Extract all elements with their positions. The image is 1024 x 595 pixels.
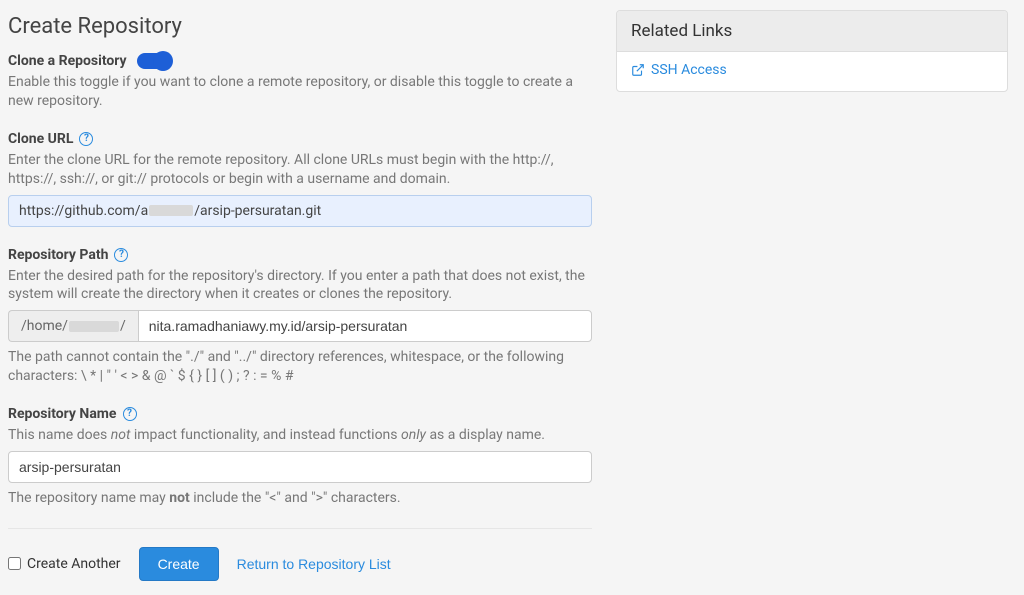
repo-name-label: Repository Name — [8, 406, 117, 422]
clone-url-value-suffix: /arsip-persuratan.git — [194, 203, 321, 219]
clone-toggle-label: Clone a Repository — [8, 53, 127, 69]
repo-name-post-desc: The repository name may not include the … — [8, 489, 592, 508]
related-links-title: Related Links — [617, 11, 1007, 52]
repo-name-input[interactable] — [8, 451, 592, 483]
create-another-label: Create Another — [27, 556, 121, 572]
clone-url-label-row: Clone URL ? — [8, 131, 592, 147]
clone-toggle-block: Clone a Repository Enable this toggle if… — [8, 53, 592, 111]
create-another-checkbox[interactable]: Create Another — [8, 556, 121, 572]
create-another-input[interactable] — [8, 557, 21, 570]
clone-url-block: Clone URL ? Enter the clone URL for the … — [8, 131, 592, 227]
repo-path-prefix-pre: /home/ — [21, 318, 68, 334]
repo-path-block: Repository Path ? Enter the desired path… — [8, 247, 592, 387]
page-title: Create Repository — [8, 14, 592, 39]
repo-path-input[interactable] — [138, 310, 592, 342]
redacted-text — [69, 321, 119, 332]
repo-path-label-row: Repository Path ? — [8, 247, 592, 263]
external-link-icon — [631, 63, 645, 77]
clone-url-desc: Enter the clone URL for the remote repos… — [8, 151, 592, 189]
help-icon[interactable]: ? — [123, 407, 137, 421]
repo-path-prefix: /home/ / — [8, 310, 138, 342]
repo-path-input-group: /home/ / — [8, 310, 592, 342]
toggle-knob — [153, 51, 173, 71]
related-links-body: SSH Access — [617, 52, 1007, 91]
clone-url-value-prefix: https://github.com/a — [19, 203, 148, 219]
footer-row: Create Another Create Return to Reposito… — [8, 528, 592, 581]
return-link[interactable]: Return to Repository List — [237, 556, 391, 572]
help-icon[interactable]: ? — [114, 248, 128, 262]
main-form: Create Repository Clone a Repository Ena… — [0, 0, 600, 595]
help-icon[interactable]: ? — [79, 132, 93, 146]
repo-name-desc: This name does not impact functionality,… — [8, 426, 592, 445]
repo-name-label-row: Repository Name ? — [8, 406, 592, 422]
ssh-access-label: SSH Access — [651, 62, 727, 78]
related-links-panel: Related Links SSH Access — [616, 10, 1008, 92]
sidebar: Related Links SSH Access — [600, 0, 1024, 595]
create-button[interactable]: Create — [139, 547, 219, 581]
repo-path-label: Repository Path — [8, 247, 108, 263]
clone-toggle-label-row: Clone a Repository — [8, 53, 592, 69]
repo-path-desc: Enter the desired path for the repositor… — [8, 267, 592, 305]
repo-path-prefix-post: / — [120, 318, 126, 334]
repo-name-block: Repository Name ? This name does not imp… — [8, 406, 592, 508]
clone-toggle[interactable] — [137, 53, 171, 69]
redacted-text — [149, 205, 193, 216]
repo-path-post-desc: The path cannot contain the "./" and "..… — [8, 348, 592, 386]
ssh-access-link[interactable]: SSH Access — [631, 62, 727, 78]
clone-url-label: Clone URL — [8, 131, 73, 147]
clone-url-input[interactable]: https://github.com/a /arsip-persuratan.g… — [8, 195, 592, 227]
clone-toggle-desc: Enable this toggle if you want to clone … — [8, 73, 592, 111]
